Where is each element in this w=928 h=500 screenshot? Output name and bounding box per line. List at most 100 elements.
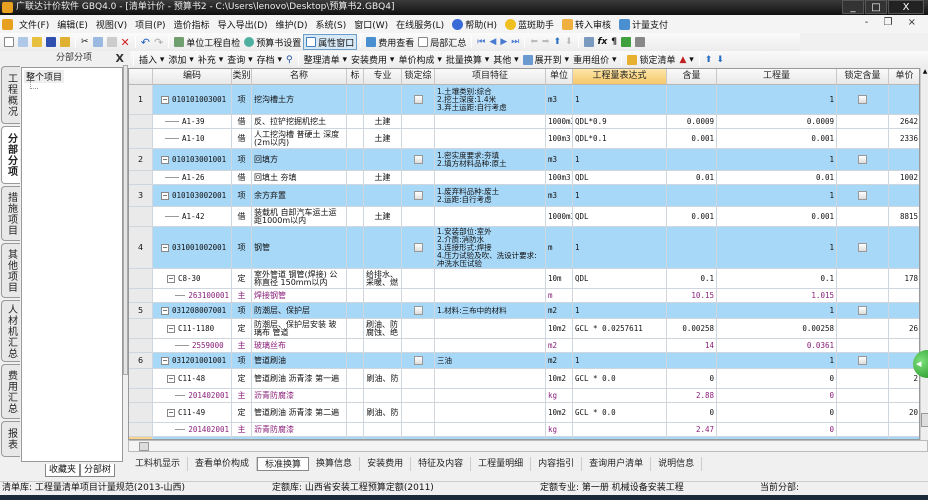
sub-item-row[interactable]: − C11-1180 定防潮层、保护层安装 玻璃布 管道 刷油、防腐蚀、绝 10m2 GC… — [129, 319, 919, 339]
category-cell[interactable]: 借 — [232, 207, 252, 227]
row-number[interactable]: 1 — [129, 85, 153, 115]
qty-expr-cell[interactable]: 1 — [573, 353, 667, 369]
lock-total-cell[interactable] — [402, 185, 435, 207]
price-cell[interactable]: 20 — [889, 403, 919, 423]
qty-expr-cell[interactable] — [573, 339, 667, 353]
formula-button[interactable]: fx — [596, 34, 610, 50]
sub-item-row[interactable]: A1-39 借反、拉铲挖掘机挖土 土建 1000m3 QDL*0.9 0.0009 0.00… — [129, 115, 919, 129]
find-button[interactable]: ⚲ — [284, 52, 295, 68]
col-header-mark[interactable]: 标 — [347, 69, 364, 85]
content-cell[interactable] — [667, 353, 717, 369]
feature-cell[interactable] — [435, 207, 546, 227]
name-cell[interactable]: 室外管道 钢管(焊接) 公称直径 150mm以内 — [252, 269, 347, 289]
lock-content-cell[interactable] — [837, 171, 889, 185]
row-number[interactable] — [129, 403, 153, 423]
undo-button[interactable]: ↶ — [139, 34, 152, 50]
mark-cell[interactable] — [347, 403, 364, 423]
name-cell[interactable]: 焊接钢管 — [252, 289, 347, 303]
feature-cell[interactable]: 1.废弃料品种:废土 2.运距:自行考虑 — [435, 185, 546, 207]
nav-tab-measures[interactable]: 措施项目 — [1, 186, 20, 241]
lock-total-cell[interactable] — [402, 207, 435, 227]
row-number[interactable]: 2 — [129, 149, 153, 171]
menu-import-export[interactable]: 导入导出(D) — [214, 18, 272, 31]
tab-part-tree[interactable]: 分部树 — [80, 464, 116, 477]
price-cell[interactable] — [889, 389, 919, 403]
unit-cell[interactable]: 10m2 — [546, 403, 573, 423]
col-header-content[interactable]: 含量 — [667, 69, 717, 85]
category-cell[interactable]: 主 — [232, 289, 252, 303]
row-number[interactable] — [129, 339, 153, 353]
open-button[interactable] — [30, 34, 44, 50]
code-cell[interactable]: 201402001 — [153, 423, 232, 437]
content-cell[interactable]: 0 — [667, 369, 717, 389]
menu-file[interactable]: 文件(F) — [15, 18, 53, 31]
code-cell[interactable]: 2559000 — [153, 339, 232, 353]
collapse-icon[interactable]: − — [167, 274, 175, 283]
row-number[interactable] — [129, 389, 153, 403]
name-cell[interactable]: 回填土 夯填 — [252, 171, 347, 185]
batch-convert-button[interactable]: 批量换算 ▾ — [444, 52, 491, 68]
unit-cell[interactable]: m3 — [546, 185, 573, 207]
tab-feature-content[interactable]: 特征及内容 — [411, 457, 472, 471]
name-cell[interactable]: 管道刷油 沥青漆 第二遍 — [252, 403, 347, 423]
lock-content-cell[interactable] — [837, 269, 889, 289]
quantity-cell[interactable]: 0.0009 — [717, 115, 837, 129]
quantity-cell[interactable]: 1.015 — [717, 289, 837, 303]
name-cell[interactable]: 钢管 — [252, 227, 347, 269]
category-cell[interactable]: 定 — [232, 369, 252, 389]
menu-online[interactable]: 在线服务(L) — [392, 18, 448, 31]
cube-button[interactable] — [619, 34, 633, 50]
content-cell[interactable]: 10.15 — [667, 289, 717, 303]
feature-cell[interactable]: 1.密实度要求:夯填 2.填方材料品种:原土 — [435, 149, 546, 171]
quantity-cell[interactable]: 0 — [717, 423, 837, 437]
major-cell[interactable]: 土建 — [364, 115, 402, 129]
mark-cell[interactable] — [347, 115, 364, 129]
price-cell[interactable]: 2642 — [889, 115, 919, 129]
nav-tab-labor-material[interactable]: 人材机汇总 — [1, 300, 20, 362]
tab-quantity-detail[interactable]: 工程量明细 — [471, 457, 532, 471]
unit-cell[interactable]: m3 — [546, 85, 573, 115]
row-number[interactable] — [129, 269, 153, 289]
lock-content-cell[interactable] — [837, 389, 889, 403]
price-cell[interactable]: 8815 — [889, 207, 919, 227]
mark-cell[interactable] — [347, 353, 364, 369]
quantity-cell[interactable]: 0 — [717, 369, 837, 389]
major-cell[interactable]: 刷油、防 — [364, 369, 402, 389]
quantity-cell[interactable]: 0 — [717, 389, 837, 403]
tab-content-guide[interactable]: 内容指引 — [531, 457, 583, 471]
qty-expr-cell[interactable]: 1 — [573, 185, 667, 207]
price-cell[interactable] — [889, 85, 919, 115]
lock-total-cell[interactable] — [402, 289, 435, 303]
sub-item-row[interactable]: − C8-30 定室外管道 钢管(焊接) 公称直径 150mm以内 给排水、采暖、燃 1… — [129, 269, 919, 289]
unit-price-button[interactable]: 单价构成 ▾ — [396, 52, 443, 68]
category-cell[interactable]: 借 — [232, 171, 252, 185]
lock-content-cell[interactable] — [837, 403, 889, 423]
lock-content-cell[interactable] — [837, 353, 889, 369]
cut-button[interactable]: ✂ — [79, 34, 91, 50]
code-cell[interactable]: −031201001001 — [153, 353, 232, 369]
unit-cell[interactable]: 1000m3 — [546, 115, 573, 129]
bill-item-row[interactable]: 2−010103001001 项回填方 1.密实度要求:夯填 2.填方材料品种:原土… — [129, 149, 919, 171]
nav-tab-overview[interactable]: 工程概况 — [1, 66, 20, 124]
lock-content-cell[interactable] — [837, 369, 889, 389]
lock-content-cell[interactable] — [837, 303, 889, 319]
lock-total-cell[interactable] — [402, 353, 435, 369]
lock-total-cell[interactable] — [402, 129, 435, 149]
content-cell[interactable]: 0.00258 — [667, 319, 717, 339]
row-number[interactable] — [129, 289, 153, 303]
save-button[interactable] — [44, 34, 58, 50]
price-cell[interactable] — [889, 423, 919, 437]
row-up-button[interactable]: ⬆ — [703, 52, 715, 68]
name-cell[interactable]: 防潮层、保护层 — [252, 303, 347, 319]
scroll-thumb[interactable] — [921, 413, 928, 427]
content-cell[interactable]: 0.0009 — [667, 115, 717, 129]
quantity-cell[interactable]: 1 — [717, 85, 837, 115]
lock-content-checkbox[interactable] — [858, 356, 867, 365]
new-template-button[interactable] — [16, 34, 30, 50]
collapse-icon[interactable]: − — [161, 155, 169, 164]
archive-button[interactable]: 存档 ▾ — [255, 52, 284, 68]
sub-item-row[interactable]: − C11-49 定管道刷油 沥青漆 第二遍 刷油、防 10m2 GCL * 0.0 0 0 2… — [129, 403, 919, 423]
price-cell[interactable]: 1002 — [889, 171, 919, 185]
content-cell[interactable] — [667, 303, 717, 319]
quantity-cell[interactable]: 1 — [717, 353, 837, 369]
